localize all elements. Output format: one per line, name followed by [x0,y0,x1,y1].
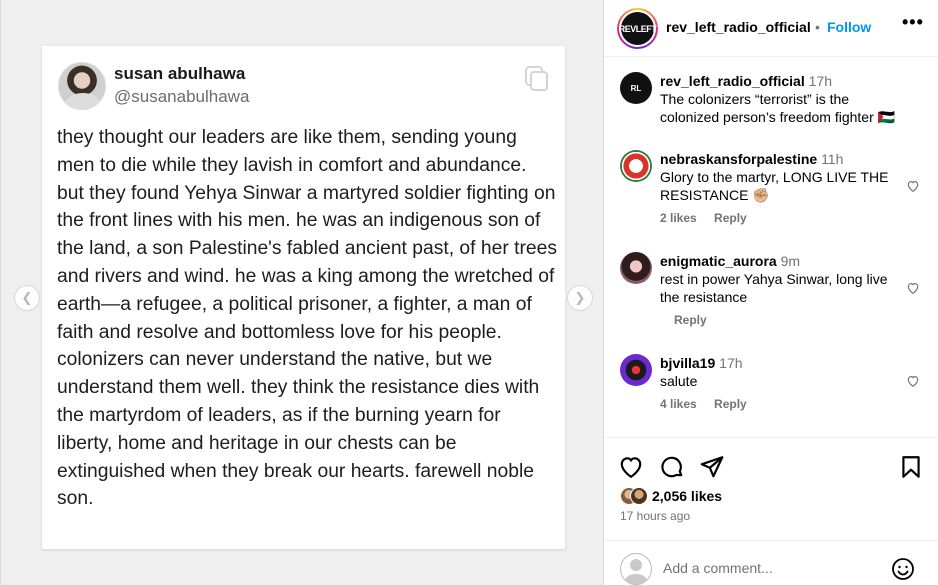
liker-avatar [630,487,648,505]
post-header: REVLEFT rev_left_radio_official • Follow… [604,0,938,57]
post-media: susan abulhawa @susanabulhawa they thoug… [0,0,603,585]
comment-input[interactable] [663,560,883,576]
follow-button[interactable]: Follow [827,19,871,35]
tweet-author-name: susan abulhawa [114,64,246,83]
user-avatar [620,553,652,585]
comment-text: Glory to the martyr, LONG LIVE THE RESIS… [660,169,889,203]
like-count[interactable]: 2,056 likes [652,488,722,504]
heart-icon[interactable] [906,374,920,388]
share-icon[interactable] [699,454,725,480]
chevron-right-icon: ❯ [574,290,586,305]
post-timestamp[interactable]: 17 hours ago [620,509,690,523]
comment-time: 11h [821,151,844,167]
tweet-author-handle: @susanabulhawa [114,87,250,106]
heart-icon[interactable] [906,179,920,193]
avatar[interactable] [620,354,652,386]
comment-username[interactable]: rev_left_radio_official [660,73,805,89]
comment-time: 17h [719,355,743,371]
story-ring[interactable]: REVLEFT [617,8,658,49]
carousel-prev-button[interactable]: ❮ [14,285,40,311]
comment-time: 9m [780,253,801,269]
carousel-next-button[interactable]: ❯ [567,285,593,311]
copy-icon [521,64,551,94]
tweet-screenshot: susan abulhawa @susanabulhawa they thoug… [42,46,565,549]
reply-button[interactable]: Reply [674,313,707,327]
comment-likes[interactable]: 4 likes [660,397,697,411]
more-options-icon[interactable]: ••• [902,12,924,33]
likes-summary[interactable]: 2,056 likes [620,487,722,505]
reply-button[interactable]: Reply [714,397,747,411]
avatar[interactable]: RL [620,72,652,104]
comment-text: salute [660,373,698,389]
comment-time: 17h [808,73,832,89]
reply-button[interactable]: Reply [714,211,747,225]
comment-username[interactable]: bjvilla19 [660,355,715,371]
comment-username[interactable]: enigmatic_aurora [660,253,777,269]
comment-likes[interactable]: 2 likes [660,211,697,225]
post-actions: 2,056 likes 17 hours ago [604,437,938,532]
heart-icon[interactable] [906,281,920,295]
emoji-icon[interactable] [891,557,915,581]
avatar[interactable] [620,252,652,284]
post-sidebar: REVLEFT rev_left_radio_official • Follow… [603,0,938,585]
comment-text: rest in power Yahya Sinwar, long live th… [660,271,888,305]
comment-icon[interactable] [659,454,685,480]
like-heart-icon[interactable] [618,454,644,480]
bookmark-icon[interactable] [898,454,924,480]
comments-list[interactable]: RL rev_left_radio_official 17h The colon… [604,58,938,438]
tweet-text: they thought our leaders are like them, … [57,127,557,510]
avatar[interactable] [620,150,652,182]
comment-text: The colonizers “terrorist” is the coloni… [660,91,896,125]
comment-username[interactable]: nebraskansforpalestine [660,151,817,167]
account-avatar: REVLEFT [619,12,657,45]
chevron-left-icon: ❮ [21,290,33,305]
tweet-avatar [58,62,106,110]
header-username[interactable]: rev_left_radio_official [666,19,811,35]
header-separator: • [815,19,820,35]
add-comment-bar [604,540,938,585]
